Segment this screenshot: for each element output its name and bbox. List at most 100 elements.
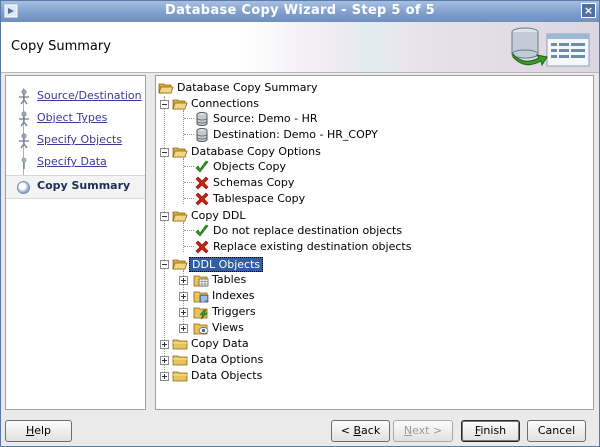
collapse-toggle[interactable] [160, 148, 169, 157]
tree-node-label: Copy Data [191, 337, 249, 350]
step-label[interactable]: Source/Destination [37, 89, 142, 102]
database-icon [196, 112, 208, 126]
tree-node-label: Data Objects [191, 369, 263, 382]
tree-node-label: Database Copy Summary [177, 81, 318, 94]
person-icon [19, 89, 29, 105]
tree-node-source[interactable]: Source: Demo - HR [194, 111, 494, 127]
tree-node-copy-data[interactable]: Copy Data [172, 336, 472, 352]
button-text: inish [480, 424, 507, 437]
next-button[interactable]: Next > [393, 420, 453, 442]
cross-icon [195, 192, 209, 206]
check-icon [195, 224, 209, 237]
cross-icon [195, 240, 209, 254]
tree-guide-line [184, 198, 194, 200]
step-specify-objects[interactable]: Specify Objects [6, 130, 145, 152]
expand-toggle[interactable] [160, 356, 169, 365]
tree-node-label: Objects Copy [213, 160, 286, 173]
person-icon [21, 157, 27, 169]
tree-node-destination[interactable]: Destination: Demo - HR_COPY [194, 127, 494, 143]
mnemonic-key: N [403, 424, 413, 437]
expand-toggle[interactable] [160, 340, 169, 349]
wizard-window: Database Copy Wizard - Step 5 of 5 × Cop… [0, 0, 600, 447]
tree-node-label: Replace existing destination objects [213, 240, 412, 253]
views-folder-icon [193, 323, 209, 335]
tree-node-ddl-objects[interactable]: DDL Objects [172, 256, 472, 272]
wizard-steps-panel: Source/Destination Object Types Specify … [5, 75, 146, 410]
tree-node-indexes[interactable]: Indexes [193, 288, 493, 304]
person-icon [19, 133, 29, 149]
step-specify-data[interactable]: Specify Data [6, 152, 145, 174]
expand-toggle[interactable] [179, 276, 188, 285]
open-folder-icon [172, 211, 188, 222]
tree-node-data-objects[interactable]: Data Objects [172, 368, 472, 384]
tree-node-label: Connections [191, 97, 259, 110]
page-title: Copy Summary [11, 39, 111, 54]
open-folder-icon [172, 147, 188, 158]
back-button[interactable]: < Back [331, 420, 390, 442]
button-text: ack [361, 424, 381, 437]
step-object-types[interactable]: Object Types [6, 108, 145, 130]
database-icon [196, 128, 208, 142]
button-text: ext > [412, 424, 443, 437]
collapse-toggle[interactable] [160, 260, 169, 269]
tree-node-objects-copy[interactable]: Objects Copy [194, 159, 494, 175]
folder-icon [172, 355, 188, 366]
step-label[interactable]: Object Types [37, 111, 107, 124]
tree-node-copy-ddl[interactable]: Copy DDL [172, 208, 472, 224]
tree-node-label: Triggers [212, 305, 256, 318]
step-copy-summary[interactable]: Copy Summary [6, 175, 145, 199]
tree-node-replace[interactable]: Replace existing destination objects [194, 239, 494, 255]
tree-node-data-options[interactable]: Data Options [172, 352, 472, 368]
step-label[interactable]: Specify Objects [37, 133, 122, 146]
current-step-icon [17, 181, 30, 194]
mnemonic-key: B [353, 424, 362, 437]
collapse-toggle[interactable] [160, 212, 169, 221]
button-text: elp [34, 424, 52, 437]
expand-toggle[interactable] [160, 372, 169, 381]
tree-node-label: Copy DDL [191, 209, 246, 222]
database-copy-graphic-icon [511, 27, 590, 67]
close-button[interactable]: × [581, 3, 596, 18]
expand-toggle[interactable] [179, 292, 188, 301]
summary-tree-panel[interactable]: Database Copy Summary Connections Source… [155, 75, 594, 410]
tree-node-label: Views [212, 321, 244, 334]
tables-folder-icon [193, 275, 209, 287]
expand-toggle[interactable] [179, 308, 188, 317]
tree-guide-line [184, 118, 194, 120]
tree-node-schemas-copy[interactable]: Schemas Copy [194, 175, 494, 191]
step-source-destination[interactable]: Source/Destination [6, 86, 145, 108]
tree-node-copy-options[interactable]: Database Copy Options [172, 144, 472, 160]
tree-guide-line [184, 230, 194, 232]
cancel-button[interactable]: Cancel [527, 420, 586, 442]
step-label[interactable]: Copy Summary [37, 179, 130, 192]
expand-toggle[interactable] [179, 324, 188, 333]
tree-guide-line [164, 96, 166, 372]
tree-node-views[interactable]: Views [193, 320, 493, 336]
button-text: < [340, 424, 354, 437]
tree-node-tables[interactable]: Tables [193, 272, 493, 288]
tree-node-tablespace-copy[interactable]: Tablespace Copy [194, 191, 494, 207]
triggers-folder-icon [193, 307, 208, 320]
open-folder-icon [158, 83, 174, 94]
tree-node-connections[interactable]: Connections [172, 96, 472, 112]
indexes-folder-icon [193, 291, 209, 303]
tree-node-triggers[interactable]: Triggers [193, 304, 493, 320]
finish-button[interactable]: Finish [461, 420, 520, 442]
collapse-toggle[interactable] [160, 100, 169, 109]
tree-guide-line [184, 166, 194, 168]
wizard-header: Copy Summary [1, 22, 599, 73]
folder-icon [172, 371, 188, 382]
title-bar[interactable]: Database Copy Wizard - Step 5 of 5 × [1, 1, 599, 22]
step-label[interactable]: Specify Data [37, 155, 107, 168]
check-icon [195, 160, 209, 173]
window-title: Database Copy Wizard - Step 5 of 5 [165, 3, 435, 18]
tree-node-label: Do not replace destination objects [213, 224, 403, 237]
help-button[interactable]: Help [5, 420, 72, 442]
tree-node-label: DDL Objects [189, 257, 264, 272]
tree-root[interactable]: Database Copy Summary [158, 80, 458, 96]
tree-node-label: Indexes [212, 289, 255, 302]
person-icon [19, 111, 29, 127]
folder-icon [172, 339, 188, 350]
tree-node-no-replace[interactable]: Do not replace destination objects [194, 223, 494, 239]
tree-node-label: Schemas Copy [213, 176, 295, 189]
